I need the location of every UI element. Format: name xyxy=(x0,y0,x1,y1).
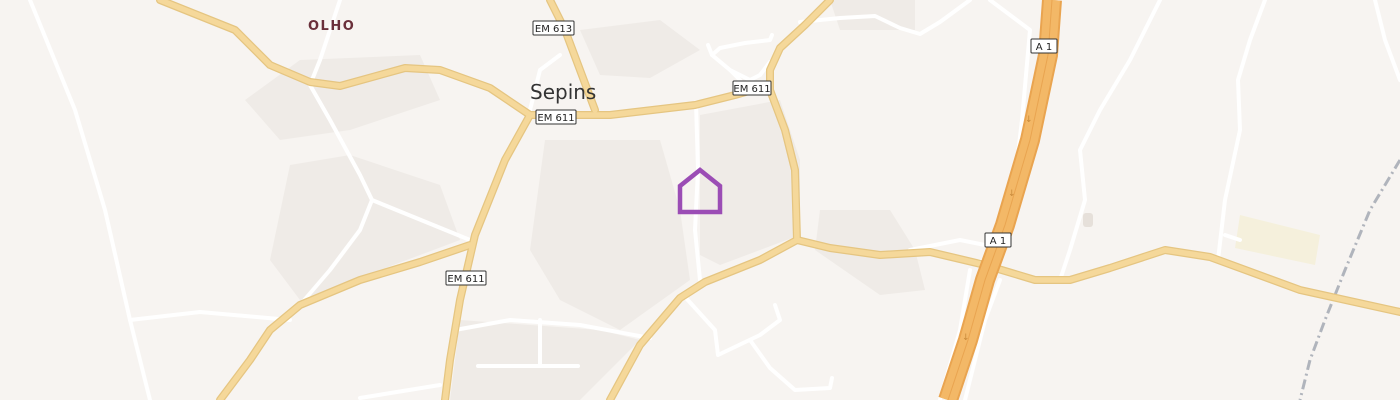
svg-text:↓: ↓ xyxy=(962,333,970,343)
svg-text:A 1: A 1 xyxy=(990,236,1006,247)
road-shield-em611: EM 611 xyxy=(732,80,772,96)
landuse-areas xyxy=(245,0,1320,400)
svg-text:↓: ↓ xyxy=(1008,189,1016,199)
road-shield-a1: A 1 xyxy=(1030,38,1058,54)
road-shield-em613: EM 613 xyxy=(532,20,575,36)
building xyxy=(1083,213,1093,227)
svg-text:A 1: A 1 xyxy=(1036,42,1052,53)
road-shield-em611: EM 611 xyxy=(445,270,487,286)
svg-text:EM 611: EM 611 xyxy=(537,113,574,124)
road-shield-a1: A 1 xyxy=(984,232,1012,248)
railway-line xyxy=(1298,159,1400,400)
map-canvas[interactable]: ↓ ↓ ↓ OLHO Sepins EM 613 EM 611 EM 611 E… xyxy=(0,0,1400,400)
road-shield-em611: EM 611 xyxy=(535,109,577,125)
svg-text:EM 613: EM 613 xyxy=(535,24,572,35)
svg-text:EM 611: EM 611 xyxy=(447,274,484,285)
svg-text:EM 611: EM 611 xyxy=(733,84,770,95)
town-label: Sepins xyxy=(530,80,596,104)
locality-label: OLHO xyxy=(308,19,355,34)
svg-text:↓: ↓ xyxy=(1025,115,1033,125)
